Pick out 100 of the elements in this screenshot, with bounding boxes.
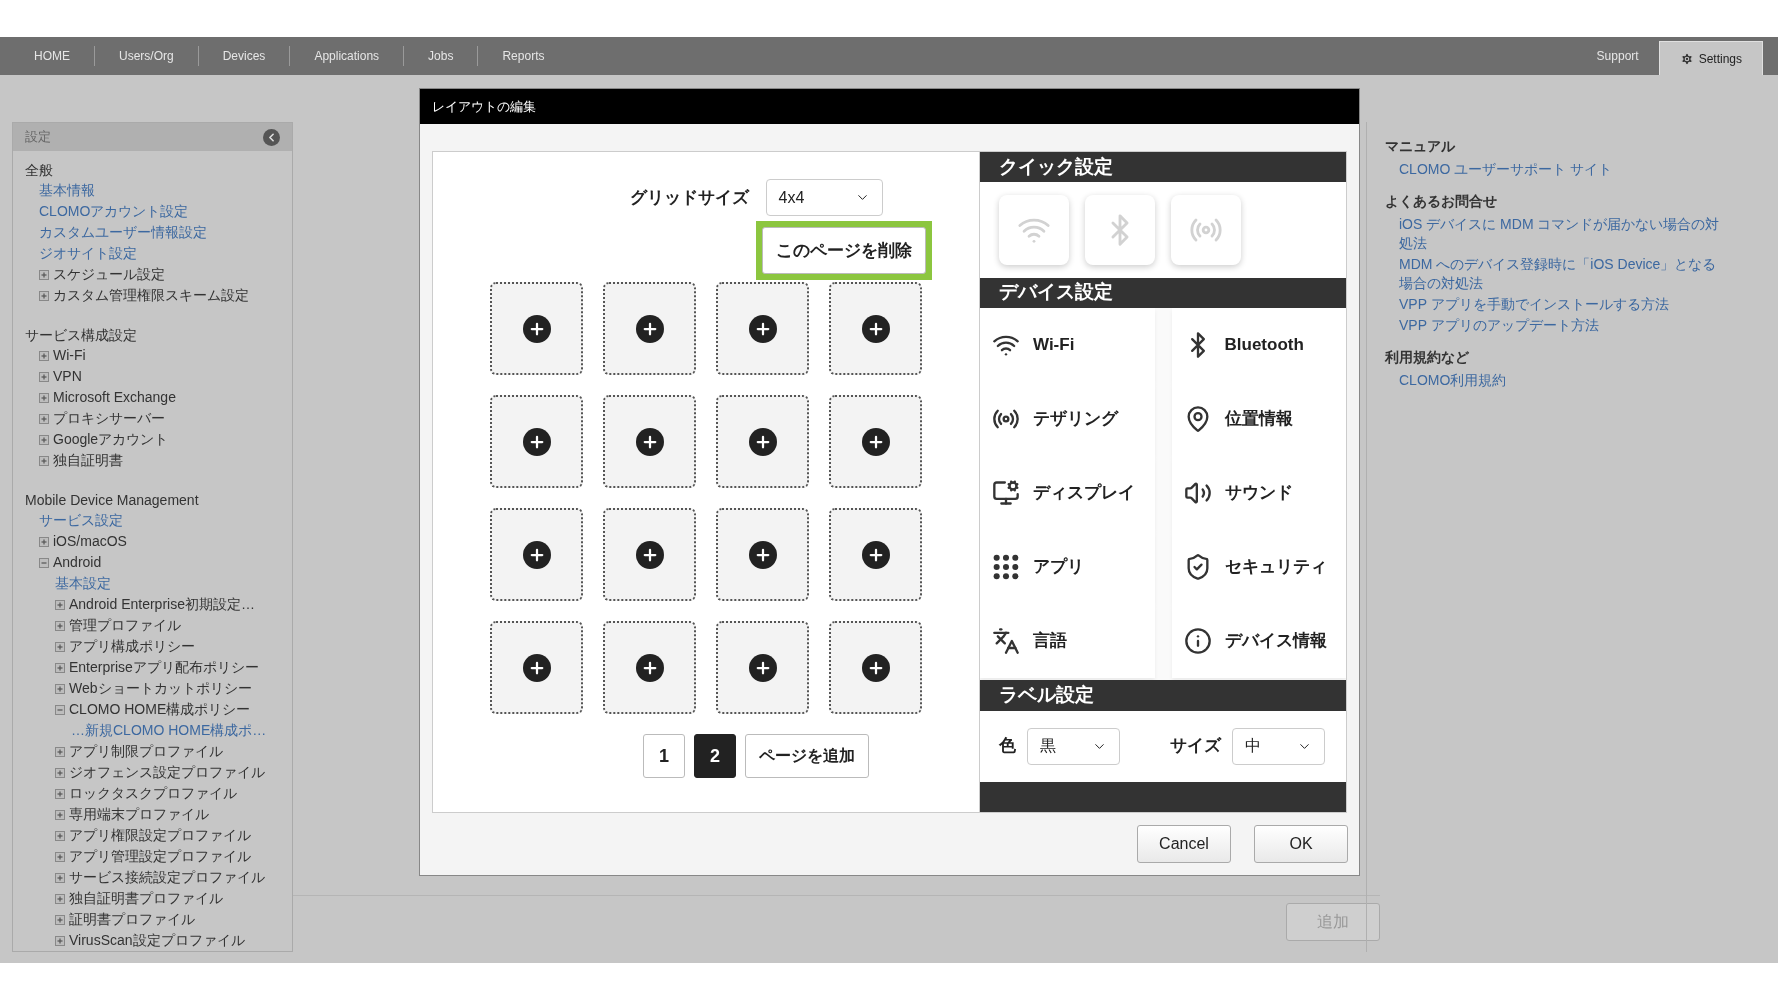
sidebar-item[interactable]: Wi-Fi — [53, 345, 86, 366]
expand-icon[interactable] — [55, 830, 65, 841]
empty-slot[interactable] — [490, 282, 583, 375]
expand-icon[interactable] — [55, 788, 65, 799]
sidebar-item[interactable]: 専用端末プロファイル — [69, 804, 209, 825]
page-button[interactable]: 1 — [643, 734, 685, 778]
setting-tile[interactable]: 位置情報 — [1171, 381, 1346, 456]
sidebar-item[interactable]: Android Enterprise初期設定… — [69, 594, 255, 615]
collapse-button[interactable] — [263, 128, 280, 146]
sidebar-item[interactable]: アプリ管理設定プロファイル — [69, 846, 251, 867]
dialog-button[interactable]: OK — [1254, 825, 1348, 863]
expand-icon[interactable] — [39, 536, 49, 547]
sidebar-item[interactable]: Enterpriseアプリ配布ポリシー — [69, 657, 259, 678]
empty-slot[interactable] — [490, 621, 583, 714]
setting-tile[interactable]: ディスプレイ — [980, 455, 1155, 530]
sidebar-item[interactable]: 管理プロファイル — [69, 615, 181, 636]
sidebar-item[interactable]: ジオフェンス設定プロファイル — [69, 762, 265, 783]
help-link[interactable]: VPP アプリを手動でインストールする方法 — [1385, 295, 1735, 314]
empty-slot[interactable] — [490, 395, 583, 488]
expand-icon[interactable] — [39, 350, 49, 361]
nav-tab[interactable]: HOME — [10, 47, 94, 65]
expand-icon[interactable] — [39, 290, 49, 301]
setting-tile[interactable]: Wi-Fi — [980, 307, 1155, 382]
setting-tile[interactable]: デバイス情報 — [1171, 603, 1346, 678]
expand-icon[interactable] — [55, 599, 65, 610]
expand-icon[interactable] — [39, 434, 49, 445]
nav-tab[interactable]: Settings — [1658, 41, 1763, 75]
expand-icon[interactable] — [39, 269, 49, 280]
sidebar-item[interactable]: アプリ権限設定プロファイル — [69, 825, 251, 846]
expand-icon[interactable] — [55, 620, 65, 631]
expand-icon[interactable] — [39, 392, 49, 403]
expand-icon[interactable] — [39, 371, 49, 382]
sidebar-item[interactable]: アプリ制限プロファイル — [69, 741, 223, 762]
empty-slot[interactable] — [716, 395, 809, 488]
nav-tab[interactable]: Reports — [478, 47, 569, 65]
empty-slot[interactable] — [603, 282, 696, 375]
sidebar-link[interactable]: カスタムユーザー情報設定 — [39, 222, 207, 243]
sidebar-link[interactable]: 基本情報 — [39, 180, 95, 201]
empty-slot[interactable] — [603, 621, 696, 714]
empty-slot[interactable] — [829, 508, 922, 601]
expand-icon[interactable] — [55, 809, 65, 820]
sidebar-link[interactable]: 基本設定 — [55, 573, 111, 594]
sidebar-item[interactable]: 独自証明書プロファイル — [69, 888, 223, 909]
sidebar-item[interactable]: ロックタスクプロファイル — [69, 783, 237, 804]
empty-slot[interactable] — [829, 282, 922, 375]
expand-icon[interactable] — [55, 893, 65, 904]
sidebar-item[interactable]: VirusScan設定プロファイル — [69, 930, 245, 951]
page-button[interactable]: 2 — [694, 734, 736, 778]
expand-icon[interactable] — [55, 683, 65, 694]
grid-size-select[interactable]: 4x4 — [765, 179, 883, 216]
color-select[interactable]: 黒 — [1027, 727, 1120, 765]
empty-slot[interactable] — [829, 621, 922, 714]
add-page-button[interactable]: ページを追加 — [745, 734, 869, 778]
sidebar-item[interactable]: カスタム管理権限スキーム設定 — [53, 285, 249, 306]
help-link[interactable]: iOS デバイスに MDM コマンドが届かない場合の対処法 — [1385, 215, 1735, 253]
expand-icon[interactable] — [55, 851, 65, 862]
empty-slot[interactable] — [603, 395, 696, 488]
expand-icon[interactable] — [39, 413, 49, 424]
sidebar-item[interactable]: CLOMO HOME構成ポリシー — [69, 699, 251, 720]
empty-slot[interactable] — [829, 395, 922, 488]
sidebar-item[interactable]: スケジュール設定 — [53, 264, 165, 285]
dialog-button[interactable]: Cancel — [1137, 825, 1231, 863]
setting-tile[interactable]: Bluetooth — [1171, 307, 1346, 382]
sidebar-item[interactable]: 証明書プロファイル — [69, 909, 195, 930]
expand-icon[interactable] — [39, 455, 49, 466]
expand-icon[interactable] — [55, 746, 65, 757]
nav-tab[interactable]: Support — [1576, 37, 1659, 75]
expand-icon[interactable] — [55, 641, 65, 652]
help-link[interactable]: VPP アプリのアップデート方法 — [1385, 316, 1735, 335]
setting-tile[interactable]: サウンド — [1171, 455, 1346, 530]
help-link[interactable]: MDM へのデバイス登録時に「iOS Device」となる場合の対処法 — [1385, 255, 1735, 293]
sidebar-item[interactable]: Googleアカウント — [53, 429, 169, 450]
nav-tab[interactable]: Devices — [198, 47, 290, 65]
collapse-icon[interactable] — [55, 704, 65, 715]
nav-tab[interactable]: Jobs — [404, 47, 478, 65]
sidebar-item[interactable]: Android — [53, 552, 102, 573]
sidebar-item[interactable]: VPN — [53, 366, 82, 387]
sidebar-item[interactable]: 独自証明書 — [53, 450, 123, 471]
expand-icon[interactable] — [55, 935, 65, 946]
empty-slot[interactable] — [490, 508, 583, 601]
delete-page-button[interactable]: このページを削除 — [762, 227, 926, 274]
sidebar-item[interactable]: サービス接続設定プロファイル — [69, 867, 265, 888]
help-link[interactable]: CLOMO ユーザーサポート サイト — [1385, 160, 1735, 179]
expand-icon[interactable] — [55, 872, 65, 883]
empty-slot[interactable] — [716, 282, 809, 375]
sidebar-item[interactable]: iOS/macOS — [53, 531, 127, 552]
sidebar-item[interactable]: Webショートカットポリシー — [69, 678, 252, 699]
sidebar-link[interactable]: サービス設定 — [39, 510, 123, 531]
collapse-icon[interactable] — [39, 557, 49, 568]
nav-tab[interactable]: Applications — [290, 47, 404, 65]
expand-icon[interactable] — [55, 767, 65, 778]
setting-tile[interactable]: アプリ — [980, 529, 1155, 604]
setting-tile[interactable]: テザリング — [980, 381, 1155, 456]
sidebar-item[interactable]: アプリ構成ポリシー — [69, 636, 195, 657]
empty-slot[interactable] — [716, 621, 809, 714]
sidebar-link[interactable]: ジオサイト設定 — [39, 243, 137, 264]
size-select[interactable]: 中 — [1232, 727, 1325, 765]
expand-icon[interactable] — [55, 662, 65, 673]
empty-slot[interactable] — [603, 508, 696, 601]
nav-tab[interactable]: Users/Org — [95, 47, 198, 65]
